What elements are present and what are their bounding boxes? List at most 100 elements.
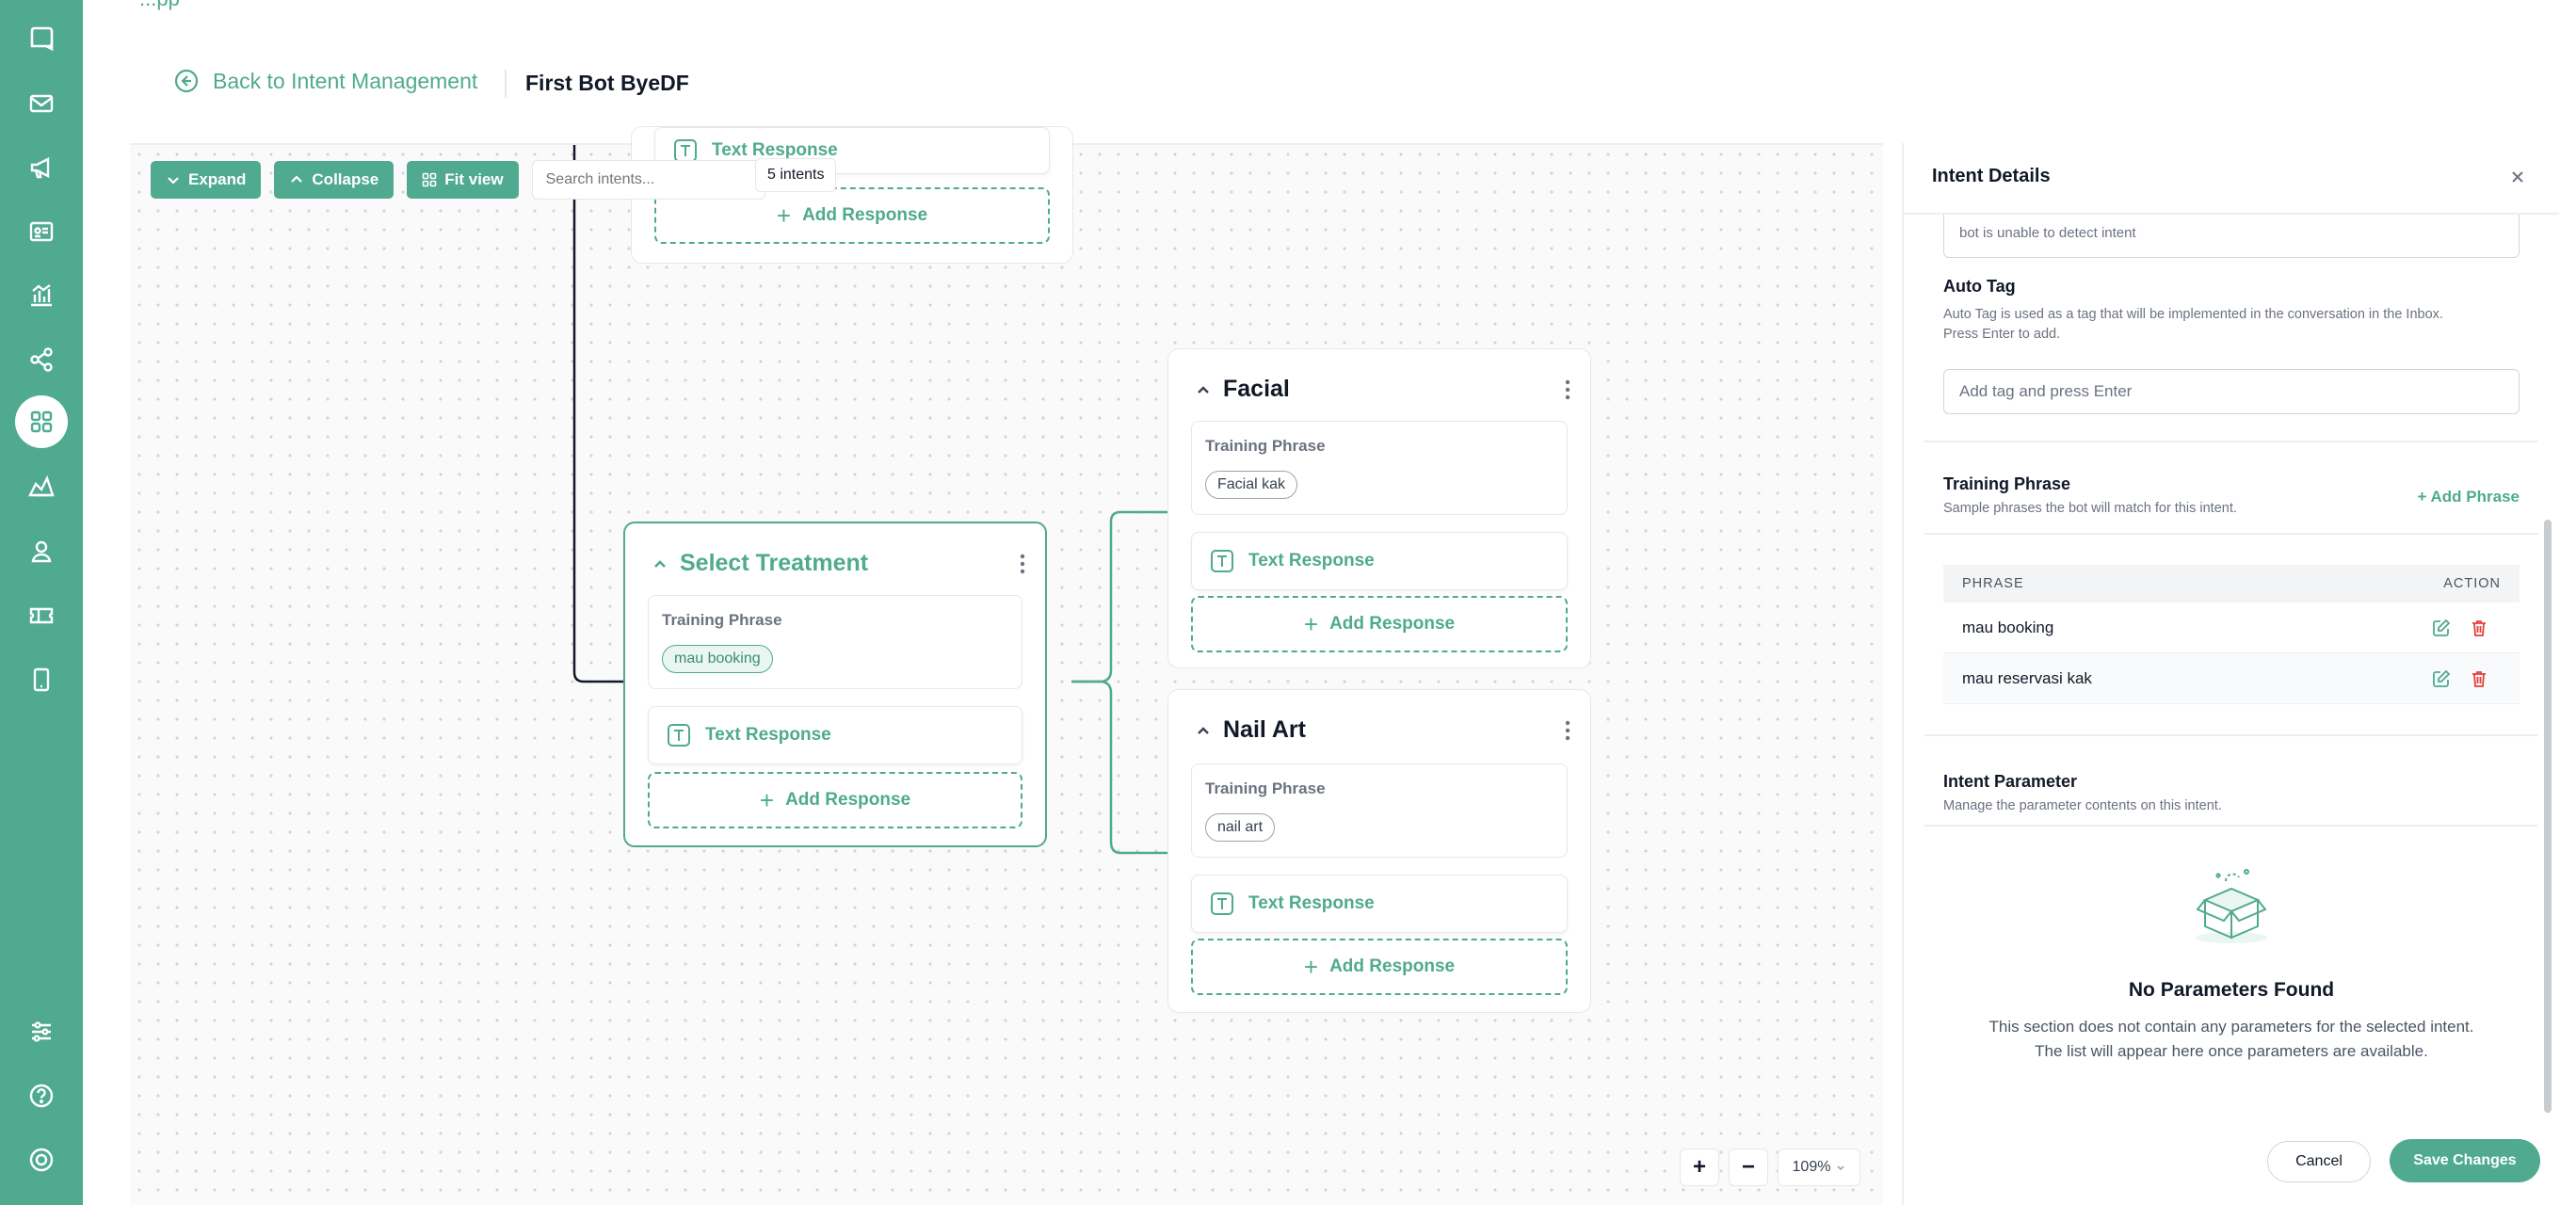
training-phrase-block[interactable]: Training Phrase nail art bbox=[1191, 763, 1568, 858]
header-divider bbox=[505, 70, 507, 98]
broadcast-icon[interactable] bbox=[15, 461, 68, 514]
help-icon[interactable] bbox=[15, 1069, 68, 1122]
plus-icon: + bbox=[1303, 952, 1319, 981]
back-link-label: Back to Intent Management bbox=[213, 68, 478, 93]
app-root: ...pp Back to Intent Management First Bo… bbox=[0, 0, 2576, 1205]
zoom-level-select[interactable]: 109% bbox=[1778, 1149, 1860, 1186]
flow-canvas[interactable]: Text Response + Add Response Select Trea… bbox=[130, 126, 1883, 1205]
zoom-controls: + − 109% bbox=[1680, 1149, 1860, 1186]
intent-node-select-treatment[interactable]: Select Treatment Training Phrase mau boo… bbox=[623, 522, 1047, 847]
training-phrase-label: Training Phrase bbox=[1205, 437, 1326, 455]
auto-tag-subtitle-line2: Press Enter to add. bbox=[1943, 327, 2061, 342]
chevron-up-icon[interactable] bbox=[1195, 722, 1212, 739]
chevron-up-icon bbox=[291, 175, 303, 183]
flow-icon[interactable] bbox=[15, 333, 68, 386]
cancel-button[interactable]: Cancel bbox=[2267, 1141, 2371, 1182]
add-response-button[interactable]: + Add Response bbox=[1191, 596, 1568, 652]
collapse-button[interactable]: Collapse bbox=[274, 161, 394, 199]
mobile-icon[interactable] bbox=[15, 653, 68, 706]
training-phrase-chip[interactable]: mau booking bbox=[662, 645, 773, 673]
expand-button[interactable]: Expand bbox=[151, 161, 262, 199]
plus-icon: + bbox=[1303, 609, 1319, 638]
auto-tag-placeholder: Add tag and press Enter bbox=[1959, 382, 2133, 400]
row-actions bbox=[2431, 668, 2489, 689]
ticket-icon[interactable] bbox=[15, 589, 68, 642]
node-header: Nail Art bbox=[1195, 716, 1571, 744]
add-response-label: Add Response bbox=[785, 790, 911, 810]
auto-tag-subtitle-line1: Auto Tag is used as a tag that will be i… bbox=[1943, 307, 2443, 322]
back-to-intent-management-link[interactable]: Back to Intent Management bbox=[173, 68, 477, 94]
fallback-description-textarea[interactable]: bot is unable to detect intent bbox=[1943, 215, 2520, 258]
empty-state-line1: This section does not contain any parame… bbox=[1988, 1018, 2474, 1036]
intent-parameter-title: Intent Parameter bbox=[1943, 772, 2078, 791]
training-phrase-label: Training Phrase bbox=[1205, 779, 1326, 797]
phrase-table-header: PHRASE ACTION bbox=[1943, 565, 2520, 602]
search-intents-input[interactable] bbox=[531, 160, 765, 200]
add-response-button[interactable]: + Add Response bbox=[648, 772, 1022, 828]
contact-card-icon[interactable] bbox=[15, 205, 68, 258]
kebab-menu-icon[interactable] bbox=[1019, 551, 1026, 577]
zoom-in-button[interactable]: + bbox=[1680, 1149, 1719, 1186]
training-phrase-label: Training Phrase bbox=[662, 611, 782, 629]
add-response-button[interactable]: + Add Response bbox=[1191, 939, 1568, 995]
intent-node-nail-art[interactable]: Nail Art Training Phrase nail art Text R… bbox=[1167, 689, 1591, 1013]
text-response-icon bbox=[668, 724, 690, 747]
add-phrase-button[interactable]: + Add Phrase bbox=[2418, 488, 2520, 506]
action-column-header: ACTION bbox=[2443, 576, 2501, 591]
empty-state-title: No Parameters Found bbox=[2128, 979, 2335, 1001]
text-response-block[interactable]: Text Response bbox=[1191, 875, 1568, 933]
chevron-up-icon[interactable] bbox=[652, 555, 668, 572]
auto-tag-input[interactable]: Add tag and press Enter bbox=[1943, 369, 2520, 414]
intent-details-panel: Intent Details bot is unable to detect i… bbox=[1902, 143, 2559, 1205]
canvas-toolbar: Expand Collapse Fit view bbox=[151, 160, 765, 200]
training-phrase-chip[interactable]: Facial kak bbox=[1205, 471, 1298, 499]
section-divider bbox=[1924, 734, 2538, 736]
kebab-menu-icon[interactable] bbox=[1564, 377, 1571, 403]
delete-icon[interactable] bbox=[2469, 618, 2489, 638]
node-header: Facial bbox=[1195, 376, 1571, 403]
text-response-label: Text Response bbox=[1248, 551, 1375, 570]
panel-body[interactable]: bot is unable to detect intent Auto Tag … bbox=[1904, 215, 2559, 1205]
auto-tag-title: Auto Tag bbox=[1943, 277, 2016, 296]
left-rail bbox=[0, 0, 83, 1205]
training-phrase-block[interactable]: Training Phrase Facial kak bbox=[1191, 421, 1568, 515]
user-icon[interactable] bbox=[15, 525, 68, 578]
chat-icon[interactable] bbox=[15, 11, 68, 64]
text-response-block[interactable]: Text Response bbox=[1191, 532, 1568, 590]
table-row: mau reservasi kak bbox=[1943, 653, 2520, 704]
zoom-out-button[interactable]: − bbox=[1729, 1149, 1768, 1186]
training-phrase-subtitle: Sample phrases the bot will match for th… bbox=[1943, 501, 2237, 516]
intent-node-facial[interactable]: Facial Training Phrase Facial kak Text R… bbox=[1167, 348, 1591, 668]
kebab-menu-icon[interactable] bbox=[1564, 717, 1571, 744]
close-icon[interactable] bbox=[2508, 168, 2527, 186]
edit-icon[interactable] bbox=[2431, 668, 2452, 689]
edit-icon[interactable] bbox=[2431, 618, 2452, 638]
intent-count-badge: 5 intents bbox=[755, 158, 837, 192]
empty-state-text: This section does not contain any parame… bbox=[1904, 1015, 2559, 1064]
text-response-block[interactable]: Text Response bbox=[648, 706, 1022, 764]
megaphone-icon[interactable] bbox=[15, 141, 68, 194]
text-response-label: Text Response bbox=[1248, 893, 1375, 913]
save-changes-button[interactable]: Save Changes bbox=[2390, 1139, 2540, 1182]
phrase-cell: mau booking bbox=[1962, 618, 2054, 636]
empty-box-icon bbox=[2196, 869, 2267, 943]
chevron-down-icon bbox=[168, 177, 179, 185]
analytics-icon[interactable] bbox=[15, 269, 68, 322]
text-response-icon bbox=[1211, 892, 1233, 915]
training-phrase-chip[interactable]: nail art bbox=[1205, 813, 1276, 842]
power-icon[interactable] bbox=[15, 1133, 68, 1186]
section-divider bbox=[1924, 441, 2538, 442]
settings-sliders-icon[interactable] bbox=[15, 1005, 68, 1058]
training-phrase-block[interactable]: Training Phrase mau booking bbox=[648, 595, 1022, 689]
top-breadcrumb[interactable]: ...pp bbox=[139, 0, 180, 11]
fit-view-label: Fit view bbox=[444, 170, 504, 188]
fit-view-button[interactable]: Fit view bbox=[407, 161, 519, 199]
mail-icon[interactable] bbox=[15, 77, 68, 130]
panel-scrollbar-thumb[interactable] bbox=[2544, 520, 2552, 1113]
delete-icon[interactable] bbox=[2469, 668, 2489, 689]
chevron-up-icon[interactable] bbox=[1195, 381, 1212, 398]
panel-title: Intent Details bbox=[1932, 166, 2051, 186]
add-response-label: Add Response bbox=[1329, 956, 1456, 976]
apps-icon[interactable] bbox=[15, 395, 68, 448]
row-actions bbox=[2431, 618, 2489, 638]
